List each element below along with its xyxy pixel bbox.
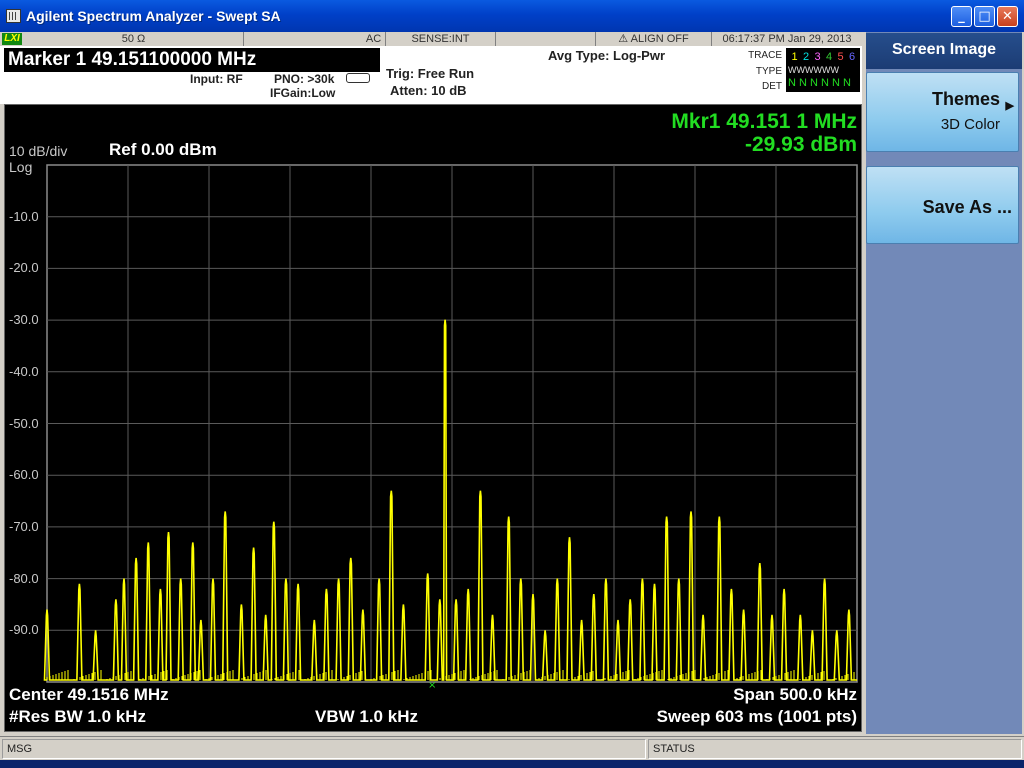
app-icon bbox=[6, 9, 21, 23]
sense-indicator: SENSE:INT bbox=[386, 32, 496, 46]
title-bar[interactable]: Agilent Spectrum Analyzer - Swept SA _ □… bbox=[0, 0, 1024, 32]
trace-number-2: 2 bbox=[802, 51, 810, 63]
coupling-indicator: AC bbox=[362, 32, 386, 46]
themes-label: Themes bbox=[931, 89, 1000, 109]
trace-det-row: N N N N N N bbox=[788, 77, 851, 89]
trace-1 bbox=[43, 319, 857, 681]
trace-label: TRACE bbox=[748, 50, 782, 61]
minimize-button[interactable]: _ bbox=[951, 6, 972, 27]
lxi-icon: LXI bbox=[2, 33, 22, 45]
graticule bbox=[46, 164, 858, 683]
align-text: ALIGN OFF bbox=[630, 33, 689, 45]
window-title: Agilent Spectrum Analyzer - Swept SA bbox=[26, 8, 281, 24]
sweep-time: Sweep 603 ms (1001 pts) bbox=[656, 707, 857, 726]
resolution-bandwidth: #Res BW 1.0 kHz bbox=[9, 707, 146, 726]
close-button[interactable]: ✕ bbox=[997, 6, 1018, 27]
window-bottom-border bbox=[0, 760, 1024, 768]
trace-type-row: WWWWWW bbox=[788, 65, 839, 75]
datetime: 06:17:37 PM Jan 29, 2013 bbox=[722, 33, 852, 45]
themes-softkey[interactable]: Themes ▶ 3D Color bbox=[866, 72, 1019, 152]
spectrum-display[interactable]: 10 dB/div Log Ref 0.00 dBm Mkr1 49.151 1… bbox=[4, 104, 862, 732]
video-bandwidth: VBW 1.0 kHz bbox=[315, 707, 418, 726]
save-as-label: Save As ... bbox=[922, 197, 1012, 217]
trace-number-1: 1 bbox=[791, 51, 798, 63]
marker-number-label: 1 bbox=[454, 105, 463, 109]
instrument-status-bar: LXI 50 Ω AC SENSE:INT ⚠ ALIGN OFF 06:17:… bbox=[0, 32, 862, 46]
span: Span 500.0 kHz bbox=[733, 685, 857, 704]
save-as-softkey[interactable]: Save As ... bbox=[866, 166, 1019, 244]
message-bar: MSG STATUS bbox=[0, 736, 1024, 760]
warning-icon: ⚠ bbox=[618, 33, 629, 45]
status-spacer bbox=[244, 32, 362, 46]
trace-number-3: 3 bbox=[814, 51, 821, 63]
align-indicator: ⚠ ALIGN OFF bbox=[596, 32, 712, 46]
app-window: Agilent Spectrum Analyzer - Swept SA _ □… bbox=[0, 0, 1024, 768]
trace-number-5: 5 bbox=[837, 51, 844, 63]
center-marker-icon: × bbox=[428, 680, 436, 691]
softkey-menu-title: Screen Image bbox=[866, 33, 1022, 69]
status-field: STATUS bbox=[648, 739, 1022, 759]
marker-header: Marker 1 49.151100000 MHz Input: RF PNO:… bbox=[0, 46, 862, 104]
spectrum-plot: 1× bbox=[43, 105, 858, 691]
msg-field: MSG bbox=[2, 739, 646, 759]
maximize-button[interactable]: □ bbox=[974, 6, 995, 27]
themes-value: 3D Color bbox=[940, 116, 1000, 133]
trace-line bbox=[43, 319, 857, 681]
trace-number-4: 4 bbox=[825, 51, 833, 63]
det-label: DET bbox=[762, 81, 782, 92]
trace-number-6: 6 bbox=[848, 51, 856, 63]
impedance-indicator: 50 Ω bbox=[24, 32, 244, 46]
center-frequency: Center 49.1516 MHz bbox=[9, 685, 169, 704]
type-label: TYPE bbox=[755, 66, 782, 77]
trace-status-box[interactable]: 123456 WWWWWW N N N N N N bbox=[786, 48, 860, 92]
submenu-arrow-icon: ▶ bbox=[1005, 100, 1014, 112]
status-spacer-2 bbox=[496, 32, 596, 46]
